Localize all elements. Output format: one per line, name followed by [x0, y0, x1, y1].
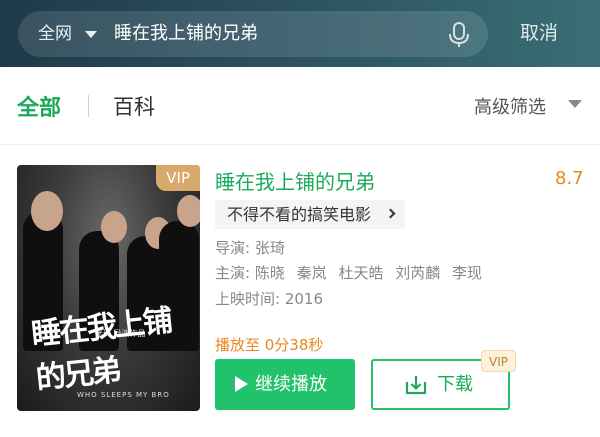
cast-member[interactable]: 秦岚: [297, 264, 327, 282]
vip-badge: VIP: [156, 165, 200, 191]
release-label: 上映时间:: [215, 290, 281, 308]
tab-all[interactable]: 全部: [17, 90, 61, 122]
poster-figure-head: [177, 195, 200, 227]
search-scope-dropdown[interactable]: 全网: [38, 11, 72, 57]
search-box[interactable]: 全网 睡在我上铺的兄弟: [18, 11, 488, 57]
movie-tag[interactable]: 不得不看的搞笑电影: [215, 200, 406, 229]
poster-figure-head: [31, 191, 63, 231]
continue-play-label: 继续播放: [255, 374, 327, 395]
movie-poster[interactable]: 张琦 导演作品 睡在我上铺的兄弟 WHO SLEEPS MY BRO VIP: [17, 165, 200, 411]
poster-figure-head: [101, 211, 127, 243]
chevron-down-icon[interactable]: [568, 100, 582, 108]
advanced-filter-button[interactable]: 高级筛选: [474, 93, 546, 119]
search-input[interactable]: 睡在我上铺的兄弟: [114, 11, 258, 57]
cancel-button[interactable]: 取消: [520, 0, 558, 67]
download-icon: [405, 376, 427, 395]
movie-score: 8.7: [555, 168, 584, 189]
divider: [0, 144, 600, 145]
download-vip-badge: VIP: [481, 350, 516, 372]
download-label: 下载: [437, 374, 473, 395]
cast-member[interactable]: 李现: [452, 264, 482, 282]
cast-label: 主演:: [215, 264, 251, 282]
release-line: 上映时间: 2016: [215, 288, 323, 309]
director-label: 导演:: [215, 239, 251, 257]
search-header: 全网 睡在我上铺的兄弟 取消: [0, 0, 600, 67]
result-tabs: 全部 百科 高级筛选: [0, 67, 600, 145]
release-year: 2016: [284, 290, 324, 308]
tab-baike[interactable]: 百科: [113, 91, 155, 121]
movie-tag-label: 不得不看的搞笑电影: [227, 205, 372, 224]
chevron-down-icon[interactable]: [85, 31, 97, 38]
continue-play-button[interactable]: 继续播放: [215, 359, 355, 410]
director-name[interactable]: 张琦: [255, 239, 285, 257]
poster-title-art: 睡在我上铺的兄弟: [29, 303, 173, 397]
chevron-right-icon: [385, 208, 396, 219]
cast-member[interactable]: 陈晓: [255, 264, 285, 282]
poster-subtitle: WHO SLEEPS MY BRO: [77, 391, 170, 399]
movie-title[interactable]: 睡在我上铺的兄弟: [215, 166, 375, 195]
cast-member[interactable]: 杜天皓: [338, 264, 383, 282]
cast-line: 主演: 陈晓 秦岚 杜天皓 刘芮麟 李现: [215, 262, 489, 283]
director-line: 导演: 张琦: [215, 237, 285, 258]
cast-member[interactable]: 刘芮麟: [395, 264, 440, 282]
watch-progress: 播放至 0分38秒: [215, 336, 324, 354]
tab-divider: [88, 95, 89, 117]
microphone-icon[interactable]: [446, 21, 472, 49]
play-icon: [235, 376, 248, 392]
